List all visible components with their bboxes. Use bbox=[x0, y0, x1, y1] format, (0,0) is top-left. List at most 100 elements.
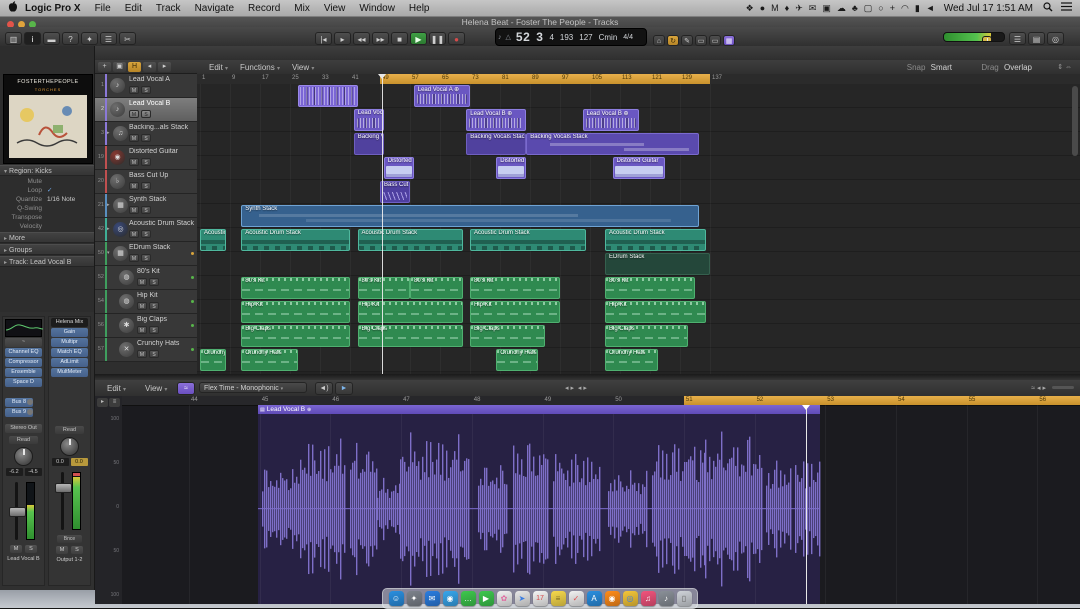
send-slot-bus-8[interactable]: Bus 8 bbox=[5, 398, 33, 407]
fader-track[interactable] bbox=[61, 472, 64, 530]
region-acoustic-dr[interactable]: Acoustic Dr bbox=[200, 229, 226, 251]
region-inspector-header[interactable]: ▾Region: Kicks bbox=[0, 165, 94, 176]
wifi-icon[interactable]: ◠ bbox=[901, 3, 909, 14]
track-mute-button[interactable]: M bbox=[129, 110, 139, 118]
automation-mode-button[interactable]: Read bbox=[55, 426, 84, 434]
movie-thumbnail[interactable]: FOSTERTHEPEOPLE TORCHES bbox=[3, 74, 93, 164]
audio-track-editor[interactable]: 44454647484950515253545556▤Lead Vocal B⊕ bbox=[122, 396, 1080, 604]
channel-strip-lead-vocal-b[interactable]: ~Channel EQCompressorEnsembleSpace DBus … bbox=[2, 316, 45, 586]
value-box[interactable]: 0.0 bbox=[71, 458, 88, 466]
editor-nav-arrows[interactable]: ◂ ▸ ◂ ▸ bbox=[565, 384, 587, 392]
duplicate-track-button[interactable]: ▣ bbox=[113, 62, 126, 72]
add-track-button[interactable]: + bbox=[98, 62, 111, 72]
gutter-menu-icon[interactable]: ≡ bbox=[109, 398, 120, 407]
track-lane[interactable] bbox=[197, 180, 1080, 204]
vertical-scrollbar[interactable] bbox=[1072, 86, 1078, 156]
region-distorted-g[interactable]: Distorted G bbox=[496, 157, 526, 179]
region-lead-vocal-b[interactable]: Lead Vocal B ⊕ bbox=[583, 109, 639, 131]
track-solo-button[interactable]: S bbox=[141, 230, 151, 238]
region-acoustic-drum-stack[interactable]: Acoustic Drum Stack bbox=[605, 229, 706, 251]
dock-icon-firefox[interactable]: ◉ bbox=[605, 591, 620, 606]
menu-window[interactable]: Window bbox=[359, 3, 395, 14]
status-dot-icon[interactable]: ● bbox=[760, 3, 765, 13]
insert-slot-multipr[interactable]: Multipr bbox=[51, 338, 88, 347]
insert-slot-channel-eq[interactable]: Channel EQ bbox=[5, 348, 42, 357]
airplane-icon[interactable]: ✈ bbox=[795, 3, 803, 14]
dock-icon-calendar[interactable]: 17 bbox=[533, 591, 548, 606]
track-header-acoustic-drum-stack[interactable]: 42▸◎Acoustic Drum StackMS bbox=[95, 218, 197, 242]
dock-icon-reminders[interactable]: ✓ bbox=[569, 591, 584, 606]
region-crunchy-hats[interactable]: Crunchy Hats bbox=[605, 349, 658, 371]
region-80-s-kit[interactable]: 80's Kit bbox=[410, 277, 463, 299]
insert-slot-compressor[interactable]: Compressor bbox=[5, 358, 42, 367]
editor-menu-edit[interactable]: Edit ▾ bbox=[107, 384, 126, 393]
go-to-beginning-button[interactable]: |◂ bbox=[315, 32, 332, 45]
mail-icon[interactable]: ✉ bbox=[809, 3, 817, 14]
track-name[interactable]: Lead Vocal A bbox=[129, 76, 195, 83]
region-param-velocity[interactable]: Velocity bbox=[0, 222, 94, 231]
menu-navigate[interactable]: Navigate bbox=[195, 3, 234, 14]
lcd-beat[interactable]: 3 bbox=[536, 30, 543, 44]
track-header-80-s-kit[interactable]: 52◍80's KitMS bbox=[95, 266, 197, 290]
track-mute-button[interactable]: M bbox=[129, 86, 139, 94]
menu-edit[interactable]: Edit bbox=[125, 3, 142, 14]
toolbar-button[interactable]: ▬ bbox=[43, 32, 60, 45]
track-mute-button[interactable]: M bbox=[129, 158, 139, 166]
track-icon[interactable]: ◍ bbox=[119, 294, 134, 309]
region-big-claps[interactable]: Big Claps bbox=[358, 325, 463, 347]
arrange-menu-functions[interactable]: Functions ▾ bbox=[240, 63, 280, 72]
track-header-big-claps[interactable]: 56✱Big ClapsMS bbox=[95, 314, 197, 338]
track-header-distorted-guitar[interactable]: 19◉Distorted GuitarMS bbox=[95, 146, 197, 170]
tuner-button[interactable]: ▦ bbox=[723, 35, 735, 46]
disclosure-triangle-icon[interactable]: ▾ bbox=[107, 250, 110, 256]
track-solo-button[interactable]: S bbox=[141, 134, 151, 142]
menu-track[interactable]: Track bbox=[156, 3, 181, 14]
region-lead-vocal-b[interactable]: Lead Vocal B ⊕ bbox=[466, 109, 526, 131]
editor-region-header[interactable]: ▤Lead Vocal B⊕ bbox=[258, 405, 820, 414]
automation-mode-button[interactable]: Read bbox=[9, 436, 38, 444]
groups-section-header[interactable]: ▸Groups bbox=[0, 244, 94, 255]
region-80-s-kit[interactable]: 80's Kit bbox=[605, 277, 695, 299]
track-header-bass-cut-up[interactable]: 20♭Bass Cut UpMS bbox=[95, 170, 197, 194]
track-icon[interactable]: ♭ bbox=[110, 174, 125, 189]
lcd-key[interactable]: Cmin bbox=[599, 33, 618, 42]
track-icon[interactable]: ♫ bbox=[113, 126, 128, 141]
channel-strip-output-1-2[interactable]: Helena MixGainMultiprMatch EQAdLimitMult… bbox=[48, 316, 91, 586]
track-mute-button[interactable]: M bbox=[129, 254, 139, 262]
drag-menu[interactable]: Drag Overlap bbox=[978, 63, 1040, 72]
track-solo-button[interactable]: S bbox=[141, 254, 151, 262]
fader-cap[interactable] bbox=[9, 507, 26, 517]
playhead-marker[interactable] bbox=[378, 74, 386, 79]
insert-slot-space-d[interactable]: Space D bbox=[5, 378, 42, 387]
bounce-button[interactable]: Bnce bbox=[57, 535, 82, 543]
region-big-claps[interactable]: Big Claps bbox=[470, 325, 545, 347]
display-icon[interactable]: ▢ bbox=[864, 3, 873, 14]
region-80-s-kit[interactable]: 80's Kit bbox=[470, 277, 560, 299]
value-box[interactable]: 0.0 bbox=[52, 458, 69, 466]
insert-slot-match-eq[interactable]: Match EQ bbox=[51, 348, 88, 357]
track-icon[interactable]: ✕ bbox=[119, 342, 134, 357]
dock-icon-logic-pro[interactable]: ♪ bbox=[659, 591, 674, 606]
editors-button[interactable]: ✂ bbox=[119, 32, 136, 45]
track-mute-button[interactable]: M bbox=[129, 230, 139, 238]
gmail-icon[interactable]: M bbox=[771, 3, 779, 13]
track-name[interactable]: Bass Cut Up bbox=[129, 172, 195, 179]
disclosure-triangle-icon[interactable]: ▸ bbox=[107, 226, 110, 232]
track-name[interactable]: Backing...als Stack bbox=[129, 124, 195, 131]
track-icon[interactable]: ♪ bbox=[110, 102, 125, 117]
vpn-icon[interactable]: ♦ bbox=[785, 3, 790, 13]
value-box[interactable]: -6.2 bbox=[6, 468, 23, 476]
region-distorted-guitar[interactable]: Distorted Guitar bbox=[613, 157, 666, 179]
hide-tracks-button[interactable]: H bbox=[128, 62, 141, 72]
track-solo-button[interactable]: S bbox=[141, 206, 151, 214]
club-icon[interactable]: ♣ bbox=[852, 3, 858, 13]
track-mute-button[interactable]: M bbox=[137, 350, 147, 358]
insert-slot-adlimit[interactable]: AdLimit bbox=[51, 358, 88, 367]
track-header-lead-vocal-a[interactable]: 1♪Lead Vocal AMS bbox=[95, 74, 197, 98]
solo-button[interactable]: S bbox=[25, 545, 37, 553]
inspector-button[interactable]: i bbox=[24, 32, 41, 45]
spotlight-icon[interactable] bbox=[1043, 2, 1053, 15]
dock-icon-chrome[interactable]: ◎ bbox=[623, 591, 638, 606]
pan-knob[interactable] bbox=[60, 437, 79, 456]
track-solo-button[interactable]: S bbox=[149, 278, 159, 286]
